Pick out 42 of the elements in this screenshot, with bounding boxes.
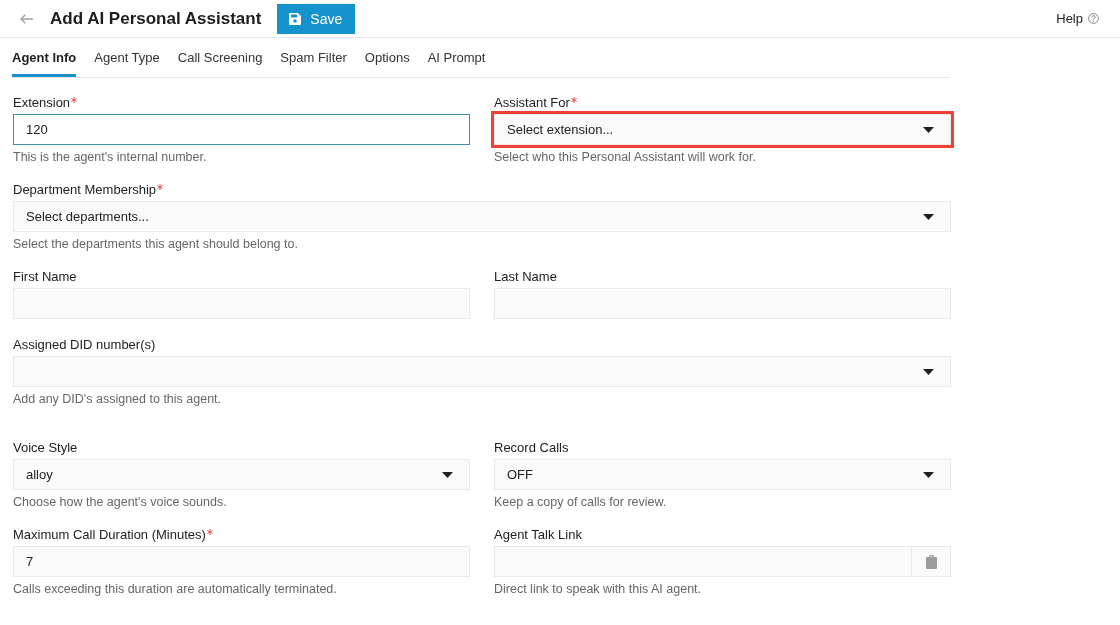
select-dropdown[interactable] — [13, 356, 951, 387]
caret-down-icon — [923, 471, 934, 478]
select-dropdown[interactable]: Select extension... — [494, 114, 951, 145]
field-label: Department Membership — [13, 182, 157, 198]
help-text: Direct link to speak with this AI agent. — [494, 582, 703, 596]
field-label: Assigned DID number(s) — [13, 337, 156, 353]
help-text: Select the departments this agent should belong to. — [13, 237, 299, 251]
tab[interactable]: Agent Info — [12, 38, 77, 77]
tab[interactable]: AI Prompt — [427, 38, 486, 77]
back-arrow-icon[interactable] — [20, 13, 33, 24]
select-dropdown[interactable]: OFF — [494, 459, 951, 490]
field-label: Extension — [13, 95, 71, 111]
tab[interactable]: Agent Type — [94, 38, 160, 77]
field-label: Last Name — [494, 269, 557, 285]
help-text: This is the agent's internal number. — [13, 150, 208, 164]
clipboard-icon — [925, 554, 937, 569]
caret-down-icon — [442, 471, 453, 478]
field-label: Maximum Call Duration (Minutes) — [13, 527, 206, 543]
field-label: Voice Style — [13, 440, 78, 456]
field-label: Assistant For — [494, 95, 570, 111]
tab[interactable]: Call Screening — [177, 38, 263, 77]
help-text: Select who this Personal Assistant will work for. — [494, 150, 757, 164]
tab[interactable]: Spam Filter — [280, 38, 347, 77]
help-link[interactable]: Help — [1056, 11, 1099, 26]
caret-down-icon — [923, 368, 934, 375]
text-input[interactable]: 7 — [13, 546, 470, 577]
help-text: Choose how the agent's voice sounds. — [13, 495, 228, 509]
help-text: Add any DID's assigned to this agent. — [13, 392, 223, 406]
select-dropdown[interactable]: Select departments... — [13, 201, 951, 232]
help-icon — [1088, 13, 1099, 24]
tab[interactable]: Options — [364, 38, 410, 77]
select-dropdown[interactable]: alloy — [13, 459, 470, 490]
help-text: Keep a copy of calls for review. — [494, 495, 668, 509]
text-input[interactable]: 120 — [13, 114, 470, 145]
field-label: First Name — [13, 269, 77, 285]
page-title: Add AI Personal Assistant — [50, 8, 262, 29]
caret-down-icon — [923, 126, 934, 133]
copy-button[interactable] — [912, 546, 951, 577]
field-label: Agent Talk Link — [494, 527, 582, 543]
caret-down-icon — [923, 213, 934, 220]
field-label: Record Calls — [494, 440, 569, 456]
help-text: Calls exceeding this duration are automatically terminated. — [13, 582, 338, 596]
